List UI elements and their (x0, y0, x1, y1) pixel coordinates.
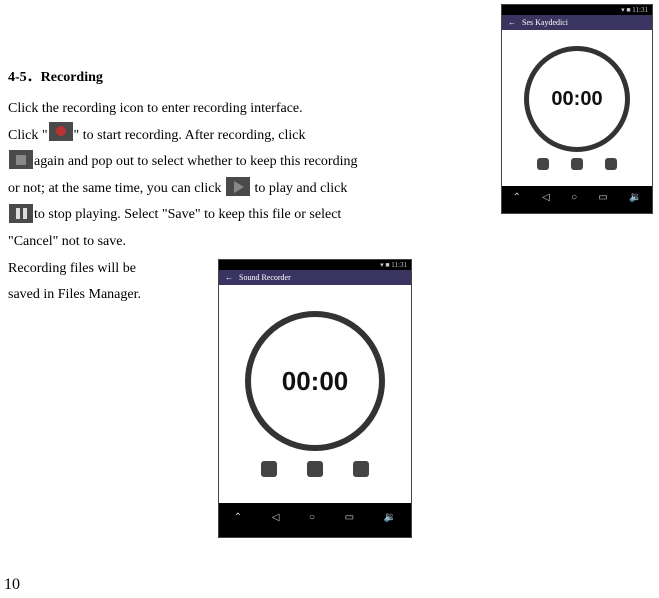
android-nav-bar: ⌃ ◁ ○ ▭ 🔉 (219, 503, 411, 531)
recorder-body: 00:00 (502, 30, 652, 186)
timer-dial: 00:00 (245, 311, 385, 451)
android-nav-bar: ⌃ ◁ ○ ▭ 🔉 (502, 186, 652, 208)
timer-dial: 00:00 (524, 46, 630, 152)
nav-recent-icon: ▭ (345, 512, 354, 523)
section-title: Recording (41, 70, 103, 85)
recorder-controls (537, 158, 617, 170)
recorder-body: 00:00 (219, 285, 411, 503)
paragraph-2: Click " " to start recording. After recor… (8, 123, 428, 150)
page-number: 10 (4, 576, 20, 594)
status-bar: ▾ ■ 11:31 (502, 5, 652, 15)
nav-volume-icon: 🔉 (629, 192, 641, 203)
text: to play and click (251, 181, 347, 196)
text: again and pop out to select whether to k… (34, 154, 357, 169)
nav-home-icon: ○ (571, 192, 577, 203)
play-icon (226, 177, 250, 196)
paragraph-4: or not; at the same time, you can click … (8, 176, 428, 203)
nav-home-icon: ○ (309, 512, 315, 523)
nav-back-icon: ◁ (272, 512, 280, 523)
recorder-app-title: Ses Kaydedici (522, 18, 568, 27)
section-number: 4-5． (8, 70, 41, 85)
nav-recent-icon: ▭ (598, 192, 607, 203)
nav-expand-icon: ⌃ (234, 512, 242, 523)
play-button-icon (571, 158, 583, 170)
text: " to start recording. After recording, c… (74, 128, 306, 143)
timer-value: 00:00 (282, 366, 349, 397)
recorder-app-titlebar: ← Sound Recorder (219, 270, 411, 285)
text: to stop playing. Select "Save" to keep t… (34, 207, 341, 222)
record-button-icon (261, 461, 277, 477)
pause-icon (9, 204, 33, 223)
nav-back-icon: ◁ (542, 192, 550, 203)
paragraph-1: Click the recording icon to enter record… (8, 96, 428, 123)
nav-expand-icon: ⌃ (513, 192, 521, 203)
text: or not; at the same time, you can click (8, 181, 225, 196)
stop-button-icon (353, 461, 369, 477)
timer-value: 00:00 (551, 88, 602, 111)
play-button-icon (307, 461, 323, 477)
screenshot-center: ▾ ■ 11:31 ← Sound Recorder 00:00 ⌃ ◁ ○ ▭… (218, 259, 412, 538)
document-page: ▾ ■ 11:31 ← Ses Kaydedici 00:00 ⌃ ◁ ○ ▭ … (0, 0, 659, 598)
recorder-controls (261, 461, 369, 477)
paragraph-5: to stop playing. Select "Save" to keep t… (8, 202, 428, 229)
paragraph-6: "Cancel" not to save. (8, 229, 428, 256)
nav-volume-icon: 🔉 (384, 512, 396, 523)
text: Click " (8, 128, 48, 143)
back-arrow-icon: ← (508, 18, 516, 27)
recorder-app-titlebar: ← Ses Kaydedici (502, 15, 652, 30)
record-icon (49, 122, 73, 141)
screenshot-top-right: ▾ ■ 11:31 ← Ses Kaydedici 00:00 ⌃ ◁ ○ ▭ … (501, 4, 653, 214)
recorder-app-title: Sound Recorder (239, 273, 291, 282)
back-arrow-icon: ← (225, 273, 233, 282)
paragraph-3: again and pop out to select whether to k… (8, 149, 428, 176)
stop-button-icon (605, 158, 617, 170)
stop-icon (9, 150, 33, 169)
status-bar: ▾ ■ 11:31 (219, 260, 411, 270)
record-button-icon (537, 158, 549, 170)
